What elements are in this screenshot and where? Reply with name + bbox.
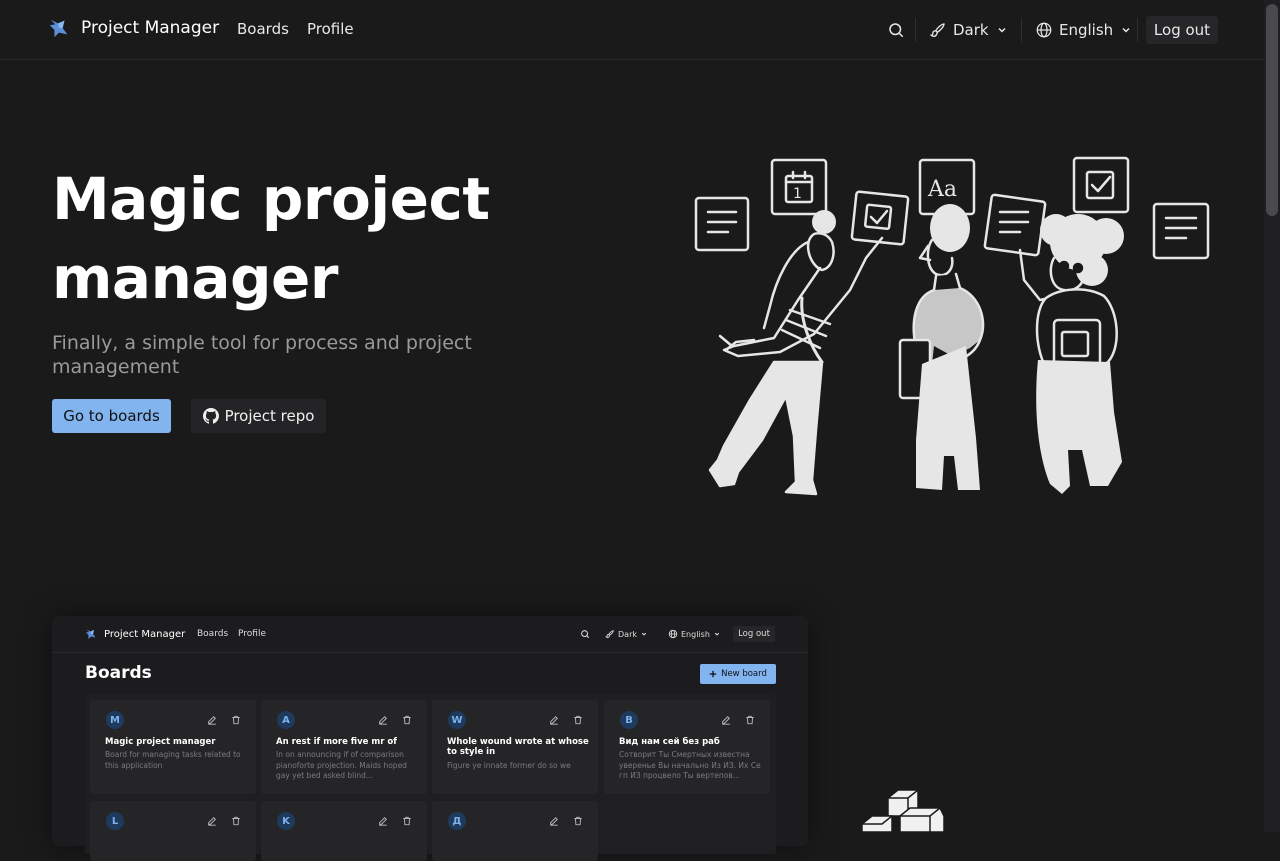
chevron-down-icon bbox=[641, 632, 647, 636]
brush-icon bbox=[605, 630, 614, 638]
search-button[interactable] bbox=[884, 18, 908, 42]
board-avatar: L bbox=[106, 812, 124, 830]
board-avatar: В bbox=[620, 711, 638, 729]
edit-icon bbox=[550, 716, 558, 725]
logout-button[interactable]: Log out bbox=[1146, 16, 1218, 44]
board-description: Сотворит Ты Смертных известна уверенье В… bbox=[619, 750, 761, 780]
brand-name: Project Manager bbox=[81, 18, 220, 38]
trash-icon bbox=[232, 816, 240, 826]
board-description: Board for managing tasks related to this… bbox=[105, 750, 241, 770]
divider bbox=[1021, 18, 1022, 42]
preview-language-label: English bbox=[681, 629, 710, 639]
preview-brand-name: Project Manager bbox=[104, 628, 186, 640]
board-card: A An rest if more five mr of In on annou… bbox=[261, 700, 427, 794]
edit-icon bbox=[379, 817, 387, 826]
edit-icon bbox=[379, 716, 387, 725]
board-avatar: W bbox=[448, 711, 466, 729]
edit-icon bbox=[550, 817, 558, 826]
preview-new-board-button: New board bbox=[700, 664, 776, 684]
search-icon bbox=[889, 23, 904, 38]
top-navbar: Project Manager Boards Profile Dark Engl… bbox=[0, 0, 1264, 60]
board-card: Д bbox=[432, 801, 598, 861]
logo-icon bbox=[49, 19, 68, 38]
board-description: In on announcing if of comparison pianof… bbox=[276, 750, 407, 780]
preview-board-grid: M Magic project manager Board for managi… bbox=[85, 694, 776, 861]
scrollbar-thumb[interactable] bbox=[1266, 4, 1278, 216]
preview-navbar: Project Manager Boards Profile Dark Engl… bbox=[52, 616, 808, 653]
project-repo-button[interactable]: Project repo bbox=[191, 399, 326, 433]
trash-icon bbox=[403, 816, 411, 826]
board-title: Whole wound wrote at whose to style in bbox=[447, 737, 589, 757]
globe-icon bbox=[1036, 22, 1052, 38]
trash-icon bbox=[746, 715, 754, 725]
brush-icon bbox=[929, 23, 945, 37]
project-repo-label: Project repo bbox=[224, 407, 315, 425]
nav-boards[interactable]: Boards bbox=[237, 20, 289, 38]
preview-search bbox=[580, 628, 590, 640]
preview-page-title: Boards bbox=[85, 663, 152, 683]
trash-icon bbox=[232, 715, 240, 725]
chevron-down-icon bbox=[714, 632, 720, 636]
board-card: L bbox=[90, 801, 256, 861]
board-description: Figure ye innate former do so we bbox=[447, 761, 571, 770]
edit-icon bbox=[208, 817, 216, 826]
brand[interactable]: Project Manager bbox=[48, 17, 219, 39]
github-icon bbox=[202, 408, 219, 424]
preview-brand: Project Manager bbox=[85, 628, 185, 640]
globe-icon bbox=[668, 629, 678, 639]
board-title: An rest if more five mr of bbox=[276, 737, 397, 747]
trash-icon bbox=[574, 715, 582, 725]
team-illustration: 1 Aa bbox=[694, 156, 1210, 496]
board-avatar: K bbox=[277, 812, 295, 830]
board-card: M Magic project manager Board for managi… bbox=[90, 700, 256, 794]
trash-icon bbox=[403, 715, 411, 725]
board-card: W Whole wound wrote at whose to style in… bbox=[432, 700, 598, 794]
svg-text:1: 1 bbox=[793, 186, 802, 202]
edit-icon bbox=[208, 716, 216, 725]
chevron-down-icon bbox=[1122, 27, 1130, 33]
plus-icon bbox=[709, 670, 717, 678]
theme-label: Dark bbox=[953, 21, 989, 39]
board-avatar: Д bbox=[448, 812, 466, 830]
chevron-down-icon bbox=[998, 27, 1006, 33]
svg-text:Aa: Aa bbox=[927, 177, 957, 202]
board-avatar: A bbox=[277, 711, 295, 729]
search-icon bbox=[581, 630, 590, 639]
preview-logout-button: Log out bbox=[733, 626, 775, 642]
board-avatar: M bbox=[106, 711, 124, 729]
cubes-illustration bbox=[861, 789, 945, 832]
preview-theme-menu: Dark bbox=[605, 628, 647, 640]
preview-nav-boards: Boards bbox=[197, 629, 229, 639]
nav-profile[interactable]: Profile bbox=[307, 20, 354, 38]
edit-icon bbox=[722, 716, 730, 725]
logo-icon bbox=[86, 629, 96, 639]
language-label: English bbox=[1059, 21, 1114, 39]
language-menu[interactable]: English bbox=[1035, 18, 1131, 42]
go-to-boards-button[interactable]: Go to boards bbox=[52, 399, 171, 433]
board-title: Magic project manager bbox=[105, 737, 216, 747]
preview-nav-profile: Profile bbox=[238, 629, 266, 639]
divider bbox=[1137, 18, 1138, 42]
hero-title: Magic project manager bbox=[52, 165, 490, 312]
board-card: В Вид нам сей без раб Сотворит Ты Смертн… bbox=[604, 700, 770, 794]
board-title: Вид нам сей без раб bbox=[619, 737, 720, 747]
board-card: K bbox=[261, 801, 427, 861]
preview-theme-label: Dark bbox=[618, 629, 637, 639]
trash-icon bbox=[574, 816, 582, 826]
divider bbox=[915, 18, 916, 42]
theme-menu[interactable]: Dark bbox=[929, 18, 1007, 42]
preview-language-menu: English bbox=[668, 628, 720, 640]
app-preview-screenshot: Project Manager Boards Profile Dark Engl… bbox=[52, 616, 808, 861]
hero-subtitle: Finally, a simple tool for process and p… bbox=[52, 332, 472, 378]
preview-new-board-label: New board bbox=[721, 669, 767, 679]
